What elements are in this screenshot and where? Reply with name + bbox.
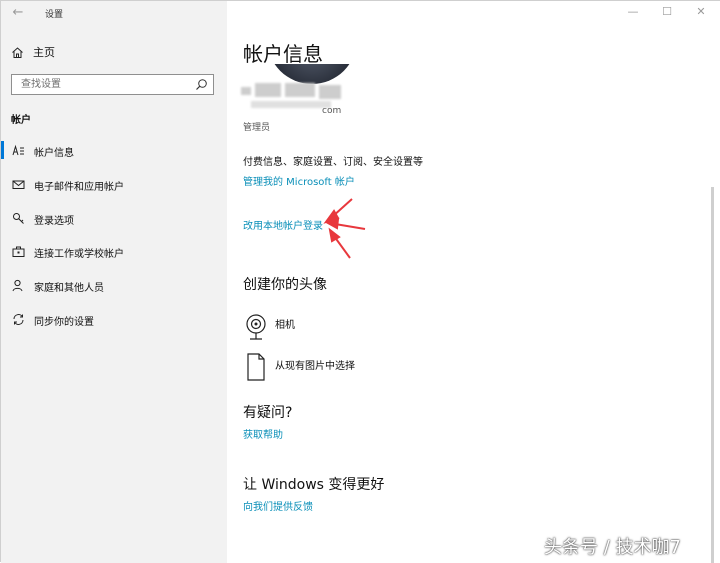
back-button[interactable]: ← (9, 4, 27, 22)
main-content: — ☐ ✕ 帐户信息 com 管理员 付费信息、家庭设置、订阅、安全设置等 管理… (227, 1, 720, 563)
redacted-account-name (241, 81, 341, 108)
choose-picture-label: 从现有图片中选择 (275, 361, 355, 372)
window-controls: — ☐ ✕ (625, 4, 709, 20)
page-title: 帐户信息 (243, 42, 323, 66)
scrollbar[interactable] (711, 187, 714, 563)
create-avatar-heading: 创建你的头像 (243, 277, 327, 293)
sidebar-item-label: 帐户信息 (34, 148, 74, 159)
key-icon (13, 213, 24, 224)
person-card-icon (12, 144, 24, 156)
camera-option[interactable]: 相机 (243, 312, 503, 346)
minimize-button[interactable]: — (625, 4, 641, 20)
home-icon (12, 46, 23, 58)
briefcase-icon (12, 246, 25, 257)
get-help-link[interactable]: 获取帮助 (243, 426, 283, 441)
sidebar: ← 设置 主页 帐户 帐户信息 (1, 1, 227, 563)
help-heading: 有疑问? (243, 405, 293, 421)
give-feedback-link[interactable]: 向我们提供反馈 (243, 498, 313, 513)
window-title: 设置 (45, 10, 64, 20)
sidebar-item-family[interactable]: 家庭和其他人员 (1, 273, 227, 297)
mail-icon (12, 180, 25, 189)
sidebar-item-label: 登录选项 (34, 216, 74, 227)
sidebar-item-work-school[interactable]: 连接工作或学校帐户 (1, 239, 227, 263)
account-role: 管理员 (243, 123, 271, 133)
close-button[interactable]: ✕ (693, 4, 709, 20)
email-address-visible-part: com (322, 106, 342, 116)
sidebar-item-label: 电子邮件和应用帐户 (34, 182, 124, 193)
nav-home-label: 主页 (33, 46, 55, 59)
sidebar-item-label: 连接工作或学校帐户 (34, 249, 124, 260)
person-plus-icon (12, 279, 23, 292)
feedback-heading: 让 Windows 变得更好 (243, 477, 385, 493)
sidebar-item-label: 同步你的设置 (34, 317, 94, 328)
active-indicator (1, 141, 4, 159)
sidebar-item-account-info[interactable]: 帐户信息 (1, 138, 227, 162)
search-icon[interactable] (195, 78, 208, 91)
sidebar-item-email-accounts[interactable]: 电子邮件和应用帐户 (1, 172, 227, 196)
settings-window: ← 设置 主页 帐户 帐户信息 (0, 0, 720, 563)
sidebar-item-sync[interactable]: 同步你的设置 (1, 307, 227, 331)
billing-info-text: 付费信息、家庭设置、订阅、安全设置等 (243, 157, 423, 168)
camera-option-label: 相机 (275, 320, 295, 331)
search-input[interactable] (12, 75, 196, 94)
sync-icon (13, 314, 24, 325)
search-box[interactable] (11, 74, 214, 95)
document-icon (247, 353, 265, 381)
nav-home[interactable]: 主页 (11, 43, 55, 61)
watermark: 头条号 / 技术咖7 (544, 537, 681, 558)
sidebar-section-label: 帐户 (11, 115, 31, 126)
camera-icon (246, 314, 266, 340)
switch-to-local-account-link[interactable]: 改用本地帐户登录 (243, 217, 323, 232)
maximize-button[interactable]: ☐ (659, 4, 675, 20)
sidebar-item-label: 家庭和其他人员 (34, 283, 104, 294)
sidebar-item-sign-in-options[interactable]: 登录选项 (1, 206, 227, 230)
manage-microsoft-account-link[interactable]: 管理我的 Microsoft 帐户 (243, 173, 355, 188)
choose-picture-option[interactable]: 从现有图片中选择 (243, 353, 503, 387)
